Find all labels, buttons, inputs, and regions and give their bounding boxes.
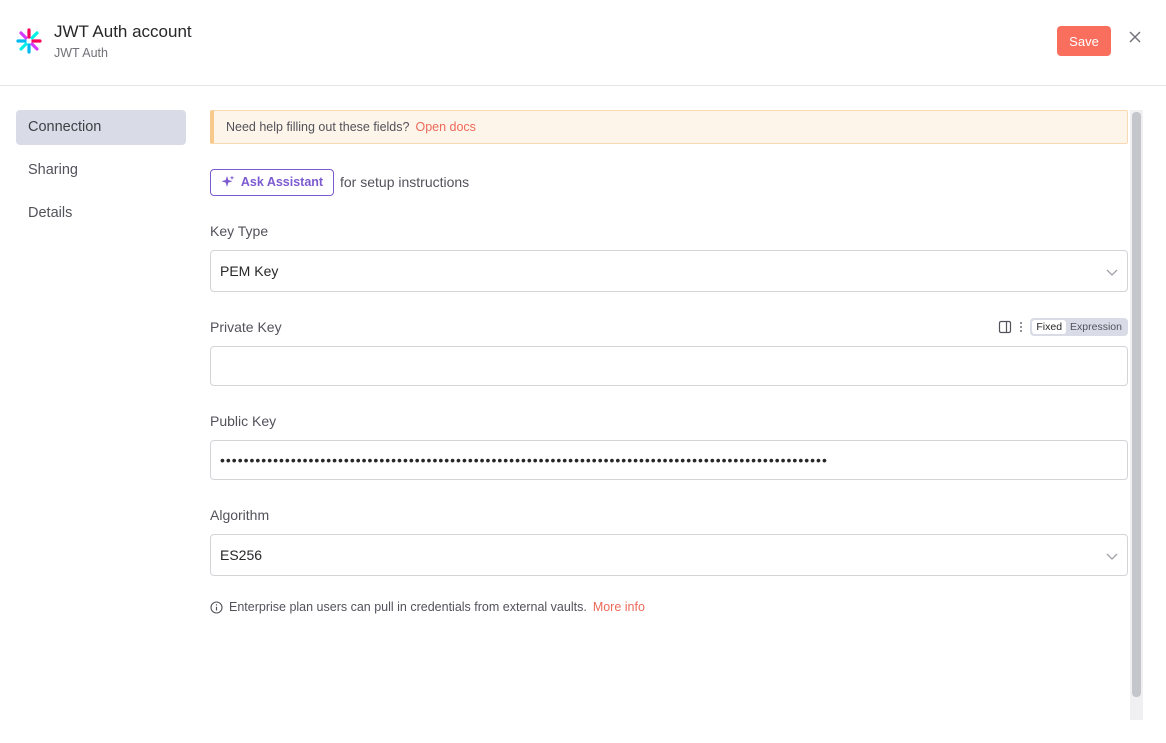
assistant-row: Ask Assistant for setup instructions bbox=[210, 168, 469, 196]
public-key-label: Public Key bbox=[210, 413, 277, 429]
panel-icon[interactable] bbox=[998, 320, 1012, 334]
modal-title: JWT Auth account bbox=[54, 22, 192, 41]
sidebar-item-details[interactable]: Details bbox=[16, 196, 186, 231]
modal-header: JWT Auth account JWT Auth Save bbox=[0, 0, 1166, 86]
more-info-link[interactable]: More info bbox=[593, 600, 645, 614]
scrollbar-thumb[interactable] bbox=[1132, 112, 1141, 697]
private-key-label: Private Key bbox=[210, 319, 282, 335]
private-key-tools: Fixed Expression bbox=[998, 318, 1128, 336]
algorithm-label: Algorithm bbox=[210, 507, 270, 523]
sidebar-item-sharing[interactable]: Sharing bbox=[16, 153, 186, 188]
vault-info: Enterprise plan users can pull in creden… bbox=[210, 600, 645, 614]
chevron-down-icon bbox=[1106, 269, 1118, 276]
assistant-suffix: for setup instructions bbox=[340, 174, 470, 190]
toggle-expression[interactable]: Expression bbox=[1066, 320, 1126, 334]
vault-info-text: Enterprise plan users can pull in creden… bbox=[229, 600, 587, 614]
help-banner: Need help filling out these fields? Open … bbox=[210, 110, 1128, 144]
key-type-label: Key Type bbox=[210, 223, 269, 239]
algorithm-select[interactable]: ES256 bbox=[210, 534, 1128, 576]
ask-assistant-button[interactable]: Ask Assistant bbox=[210, 168, 334, 196]
ask-assistant-label: Ask Assistant bbox=[240, 175, 324, 189]
sidebar-item-connection[interactable]: Connection bbox=[16, 110, 186, 145]
jwt-logo-icon bbox=[16, 28, 42, 54]
help-banner-text: Need help filling out these fields? bbox=[226, 120, 410, 134]
key-type-value: PEM Key bbox=[220, 263, 279, 279]
toggle-fixed[interactable]: Fixed bbox=[1032, 320, 1067, 334]
modal-subtitle: JWT Auth bbox=[54, 46, 108, 60]
fixed-expression-toggle[interactable]: Fixed Expression bbox=[1030, 318, 1128, 336]
chevron-down-icon bbox=[1106, 553, 1118, 560]
save-button[interactable]: Save bbox=[1057, 26, 1111, 56]
key-type-select[interactable]: PEM Key bbox=[210, 250, 1128, 292]
public-key-input[interactable]: ••••••••••••••••••••••••••••••••••••••••… bbox=[210, 440, 1128, 480]
sidebar: Connection Sharing Details bbox=[16, 110, 186, 239]
sparkle-icon bbox=[221, 175, 235, 187]
open-docs-link[interactable]: Open docs bbox=[415, 120, 475, 134]
more-options-icon[interactable] bbox=[1018, 320, 1024, 334]
algorithm-value: ES256 bbox=[220, 547, 263, 563]
private-key-input[interactable] bbox=[210, 346, 1128, 386]
close-icon[interactable] bbox=[1126, 28, 1144, 46]
info-icon bbox=[210, 600, 223, 614]
